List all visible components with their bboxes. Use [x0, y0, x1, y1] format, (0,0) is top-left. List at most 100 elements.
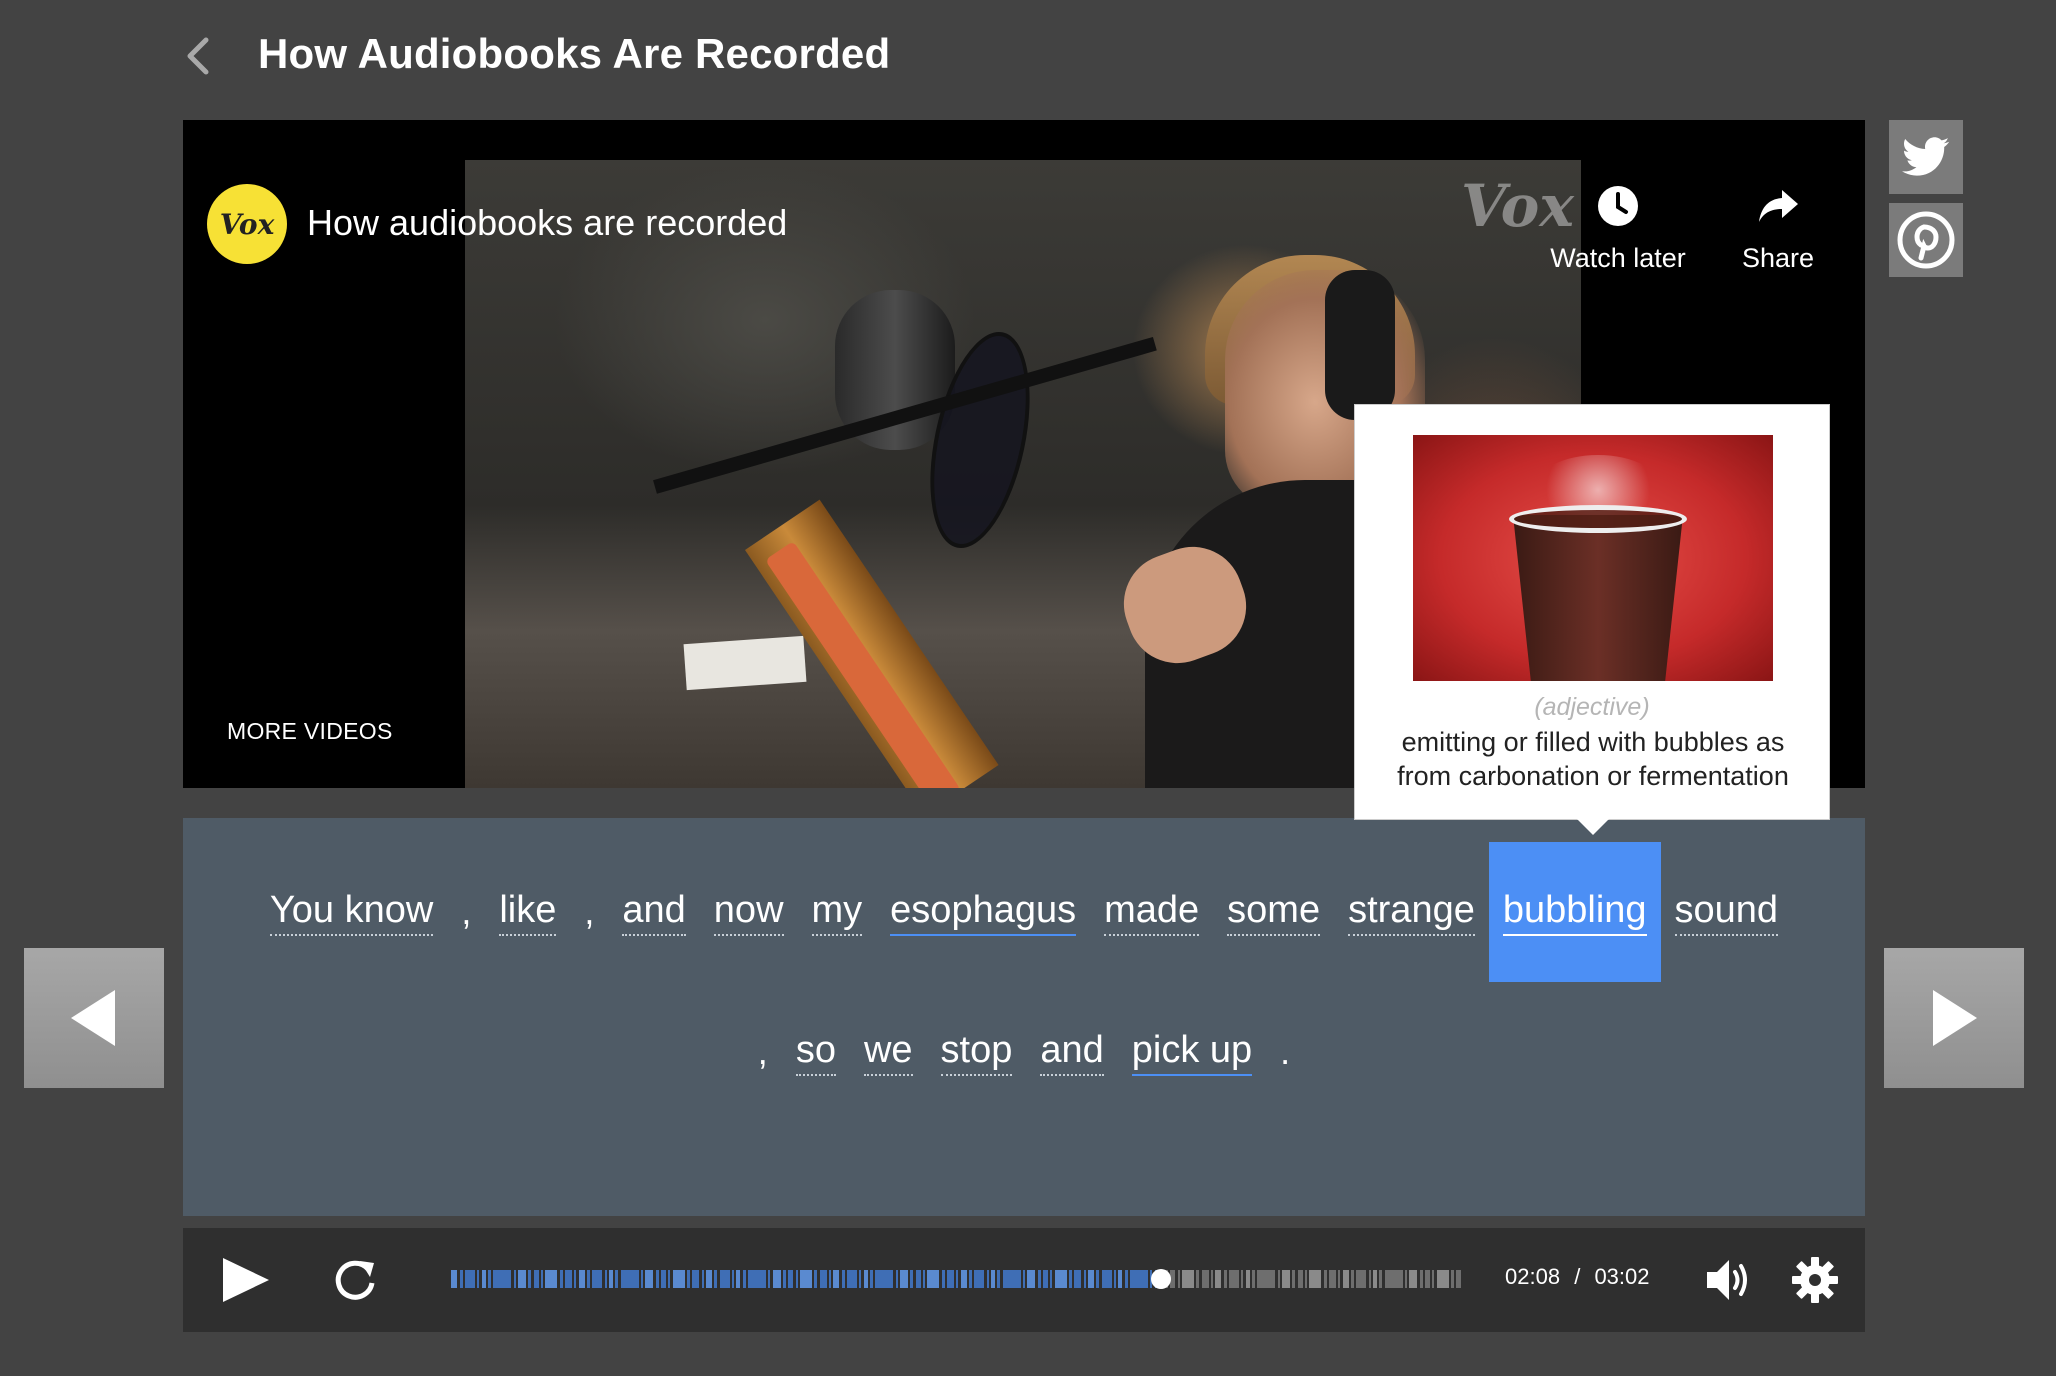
progress-played-segment — [1118, 1270, 1122, 1288]
progress-remaining-segment — [1229, 1270, 1239, 1288]
progress-played-segment — [587, 1270, 590, 1288]
progress-played-segment — [833, 1270, 839, 1288]
progress-played-segment — [1114, 1270, 1116, 1288]
progress-remaining-segment — [1298, 1270, 1303, 1288]
transcript-word[interactable]: and — [1026, 982, 1117, 1122]
play-button[interactable] — [217, 1252, 273, 1308]
progress-played-segment — [847, 1270, 857, 1288]
progress-remaining-segment — [1282, 1270, 1290, 1288]
progress-played-segment — [974, 1270, 984, 1288]
transcript-word[interactable]: strange — [1334, 842, 1489, 982]
progress-remaining-segment — [1385, 1270, 1403, 1288]
transcript-word-text: now — [713, 888, 784, 936]
progress-played-segment — [896, 1270, 898, 1288]
transcript-punctuation: . — [1280, 1031, 1291, 1072]
transcript-word[interactable]: now — [700, 842, 798, 982]
progress-remaining-segment — [1373, 1270, 1377, 1288]
transcript-word[interactable]: You know — [256, 842, 447, 982]
progress-scrubber-handle[interactable] — [1151, 1269, 1171, 1289]
progress-remaining-segment — [1351, 1270, 1354, 1288]
transcript-word-text: and — [1040, 1028, 1104, 1076]
volume-icon — [1707, 1260, 1747, 1300]
transcript-word[interactable]: my — [798, 842, 877, 982]
transcript-word[interactable]: and — [608, 842, 699, 982]
progress-remaining-segment — [1437, 1270, 1449, 1288]
transcript-word[interactable]: some — [1213, 842, 1334, 982]
transcript-panel: You know, like, and now my esophagus made some s… — [183, 818, 1865, 1216]
transcript-word[interactable]: pick up — [1118, 982, 1266, 1122]
transcript-word[interactable]: esophagus — [876, 842, 1090, 982]
transcript-word[interactable]: made — [1090, 842, 1213, 982]
more-videos-link[interactable]: MORE VIDEOS — [227, 718, 393, 745]
progress-remaining-segment — [1369, 1270, 1371, 1288]
progress-played-segment — [732, 1270, 734, 1288]
progress-remaining-segment — [1329, 1270, 1336, 1288]
progress-played-segment — [788, 1270, 793, 1288]
progress-played-segment — [482, 1270, 486, 1288]
progress-remaining-segment — [1241, 1270, 1243, 1288]
progress-played-segment — [579, 1270, 585, 1288]
vox-channel-logo[interactable]: Vox — [207, 184, 287, 264]
progress-played-segment — [736, 1270, 740, 1288]
transcript-word-text: pick up — [1131, 1028, 1253, 1076]
twitter-share-button[interactable] — [1889, 120, 1963, 194]
replay-icon — [335, 1260, 375, 1300]
video-title[interactable]: How audiobooks are recorded — [307, 202, 787, 244]
progress-played-segment — [1102, 1270, 1112, 1288]
transcript-word[interactable]: we — [850, 982, 927, 1122]
previous-line-button[interactable] — [24, 948, 164, 1088]
progress-played-segment — [956, 1270, 958, 1288]
progress-played-segment — [687, 1270, 690, 1288]
part-of-speech: (adjective) — [1534, 693, 1650, 721]
progress-played-segment — [829, 1270, 831, 1288]
current-time: 02:08 — [1505, 1264, 1561, 1289]
progress-played-segment — [565, 1270, 572, 1288]
progress-played-segment — [1130, 1270, 1148, 1288]
transcript-word-selected[interactable]: bubbling — [1488, 842, 1661, 982]
progress-played-segment — [1088, 1270, 1094, 1288]
share-label: Share — [1741, 243, 1815, 273]
progress-played-segment — [783, 1270, 786, 1288]
transcript-word[interactable]: sound — [1661, 842, 1793, 982]
triangle-left-icon — [71, 990, 115, 1046]
transcript-word-text: sound — [1674, 888, 1779, 936]
progress-played-segment — [673, 1270, 685, 1288]
share-button[interactable]: Share — [1723, 184, 1833, 274]
progress-played-segment — [768, 1270, 770, 1288]
page-title: How Audiobooks Are Recorded — [258, 30, 891, 77]
progress-played-segment — [842, 1270, 845, 1288]
transcript-word[interactable]: stop — [927, 982, 1027, 1122]
transcript-word[interactable]: like — [485, 842, 570, 982]
next-line-button[interactable] — [1884, 948, 2024, 1088]
definition-text: emitting or filled with bubbles as from … — [1397, 727, 1789, 791]
progress-played-segment — [488, 1270, 491, 1288]
progress-played-segment — [545, 1270, 557, 1288]
twitter-icon — [1902, 137, 1950, 176]
progress-remaining-segment — [1292, 1270, 1295, 1288]
back-button[interactable] — [178, 34, 218, 78]
progress-played-segment — [864, 1270, 868, 1288]
progress-remaining-segment — [1224, 1270, 1227, 1288]
volume-button[interactable] — [1701, 1252, 1757, 1308]
transcript-word-text: some — [1227, 888, 1321, 936]
progress-played-segment — [1043, 1270, 1048, 1288]
triangle-right-icon — [1933, 990, 1977, 1046]
replay-button[interactable] — [327, 1252, 383, 1308]
progress-played-segment — [641, 1270, 643, 1288]
transcript-word[interactable]: so — [782, 982, 850, 1122]
watch-later-label: Watch later — [1550, 243, 1686, 273]
player-controls: 02:08 / 03:02 — [183, 1228, 1865, 1332]
settings-button[interactable] — [1787, 1252, 1843, 1308]
play-icon — [223, 1258, 269, 1302]
progress-bar[interactable] — [451, 1268, 1461, 1290]
progress-played-segment — [720, 1270, 730, 1288]
watch-later-button[interactable]: Watch later — [1543, 184, 1693, 274]
progress-remaining-segment — [1196, 1270, 1199, 1288]
progress-played-segment — [477, 1270, 479, 1288]
progress-played-segment — [1038, 1270, 1041, 1288]
pinterest-share-button[interactable] — [1889, 203, 1963, 277]
progress-played-segment — [1074, 1270, 1081, 1288]
progress-played-segment — [451, 1270, 457, 1288]
progress-remaining-segment — [1211, 1270, 1213, 1288]
progress-remaining-segment — [1409, 1270, 1417, 1288]
